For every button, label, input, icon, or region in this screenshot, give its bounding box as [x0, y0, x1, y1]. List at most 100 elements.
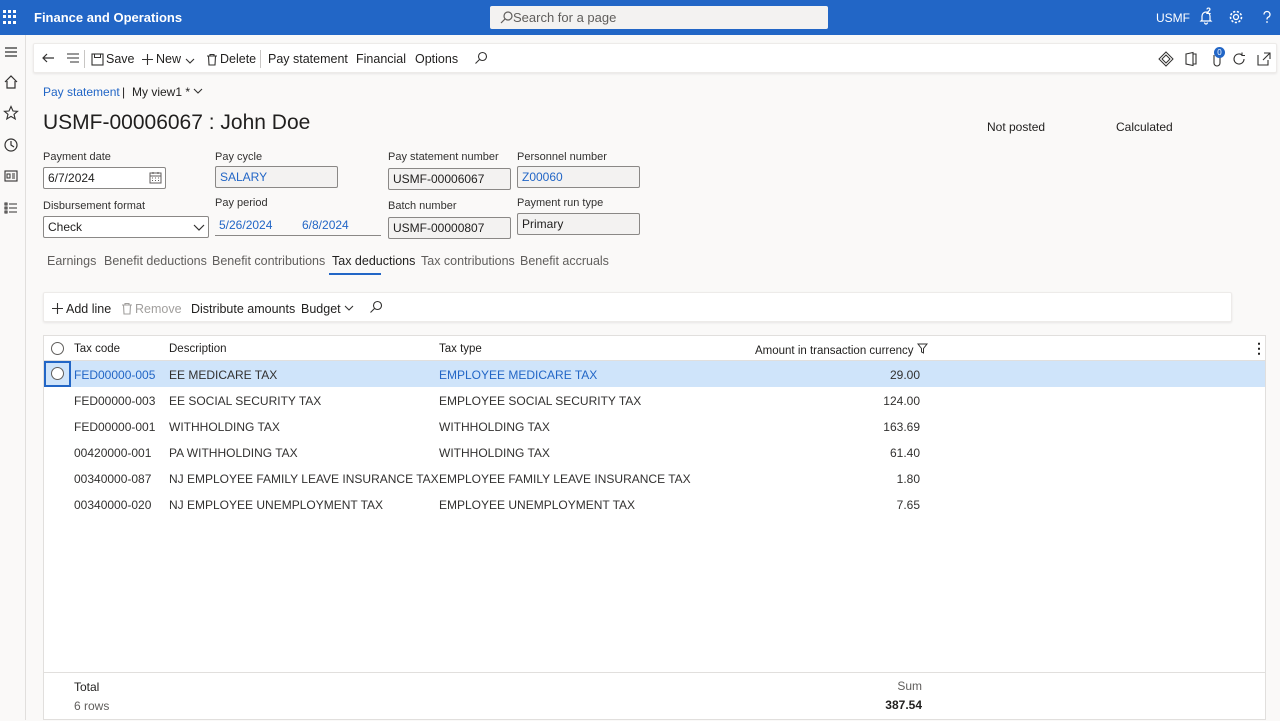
- home-icon[interactable]: [3, 74, 19, 90]
- chevron-down-icon: [344, 305, 354, 311]
- payment-run-type-field[interactable]: Primary: [517, 213, 640, 235]
- tab-tax-contributions[interactable]: Tax contributions: [421, 254, 515, 268]
- column-header-tax-type[interactable]: Tax type: [439, 343, 482, 355]
- delete-button[interactable]: Delete: [206, 52, 256, 66]
- table-row[interactable]: 00340000-087 NJ EMPLOYEE FAMILY LEAVE IN…: [44, 465, 1265, 491]
- search-placeholder: Search for a page: [513, 10, 617, 25]
- workspace-icon[interactable]: [3, 168, 19, 184]
- posting-status: Not posted: [987, 120, 1046, 134]
- tab-benefit-contributions[interactable]: Benefit contributions: [212, 254, 325, 268]
- tab-tax-deductions[interactable]: Tax deductions: [332, 254, 415, 268]
- filter-icon[interactable]: [916, 343, 928, 354]
- save-button[interactable]: Save: [91, 52, 135, 66]
- plus-icon: [52, 303, 63, 314]
- cell-tax-type[interactable]: EMPLOYEE MEDICARE TAX: [439, 368, 597, 382]
- cell-tax-code[interactable]: FED00000-003: [74, 394, 155, 408]
- page-title: USMF-00006067 : John Doe: [43, 111, 311, 134]
- cell-description: NJ EMPLOYEE FAMILY LEAVE INSURANCE TAX: [169, 472, 439, 486]
- cell-tax-type[interactable]: WITHHOLDING TAX: [439, 446, 550, 460]
- divider: [260, 50, 261, 68]
- distribute-amounts-button[interactable]: Distribute amounts: [191, 302, 295, 316]
- tab-earnings[interactable]: Earnings: [47, 254, 96, 268]
- trash-icon: [122, 302, 132, 315]
- grid-footer: Total 6 rows Sum 387.54: [44, 672, 1265, 721]
- help-icon[interactable]: [1259, 9, 1275, 25]
- column-header-amount[interactable]: Amount in transaction currency: [755, 343, 928, 357]
- row-select-radio[interactable]: [51, 367, 64, 380]
- pay-statement-number-field[interactable]: USMF-00006067: [388, 168, 511, 190]
- company-picker[interactable]: USMF: [1156, 11, 1190, 25]
- disbursement-format-select[interactable]: Check: [43, 216, 209, 238]
- column-header-description[interactable]: Description: [169, 343, 227, 355]
- refresh-icon[interactable]: [1231, 51, 1247, 67]
- tab-benefit-accruals[interactable]: Benefit accruals: [520, 254, 609, 268]
- modules-list-icon[interactable]: [3, 200, 19, 216]
- cell-tax-code[interactable]: 00340000-087: [74, 472, 151, 486]
- hamburger-icon[interactable]: [3, 44, 19, 60]
- add-line-button[interactable]: Add line: [51, 302, 111, 316]
- cell-tax-code[interactable]: FED00000-001: [74, 420, 155, 434]
- action-pane: Save New Delete Pay statement Financial …: [33, 43, 1277, 73]
- more-options-icon[interactable]: ⋮: [1252, 340, 1266, 357]
- table-row[interactable]: FED00000-005 EE MEDICARE TAX EMPLOYEE ME…: [44, 361, 1265, 387]
- cell-tax-code[interactable]: 00420000-001: [74, 446, 151, 460]
- clock-icon[interactable]: [3, 137, 19, 153]
- calendar-icon[interactable]: [149, 171, 162, 184]
- breadcrumb-pay-statement[interactable]: Pay statement: [43, 85, 120, 99]
- pay-period-label: Pay period: [215, 197, 268, 209]
- cell-amount: 163.69: [883, 420, 920, 434]
- trash-icon: [207, 53, 217, 66]
- star-icon[interactable]: [3, 105, 19, 121]
- options-tab[interactable]: Options: [415, 52, 458, 66]
- grid-toolbar: Add line Remove Distribute amounts Budge…: [43, 292, 1232, 322]
- calculation-status: Calculated: [1116, 120, 1173, 134]
- remove-button[interactable]: Remove: [121, 302, 182, 316]
- cell-tax-code[interactable]: 00340000-020: [74, 498, 151, 512]
- pay-period-end[interactable]: 6/8/2024: [302, 218, 349, 232]
- pay-cycle-field[interactable]: SALARY: [215, 166, 338, 188]
- cell-description: EE SOCIAL SECURITY TAX: [169, 394, 322, 408]
- office-icon[interactable]: [1183, 51, 1199, 67]
- cell-tax-type[interactable]: EMPLOYEE UNEMPLOYMENT TAX: [439, 498, 635, 512]
- back-arrow-icon[interactable]: [41, 51, 55, 65]
- table-row[interactable]: FED00000-001 WITHHOLDING TAX WITHHOLDING…: [44, 413, 1265, 439]
- new-button[interactable]: New: [141, 52, 197, 66]
- batch-number-field[interactable]: USMF-00000807: [388, 217, 511, 239]
- payment-run-type-label: Payment run type: [517, 197, 604, 209]
- personnel-number-field[interactable]: Z00060: [517, 166, 640, 188]
- financial-tab[interactable]: Financial: [356, 52, 406, 66]
- sum-label: Sum: [897, 679, 922, 693]
- cell-tax-type[interactable]: EMPLOYEE SOCIAL SECURITY TAX: [439, 394, 641, 408]
- grid-header: Tax code Description Tax type Amount in …: [44, 336, 1266, 361]
- left-navigation: [0, 35, 26, 720]
- cell-tax-type[interactable]: EMPLOYEE FAMILY LEAVE INSURANCE TAX: [439, 472, 691, 486]
- diamond-icon[interactable]: [1158, 51, 1174, 67]
- search-icon[interactable]: [474, 51, 488, 65]
- cell-amount: 7.65: [896, 498, 920, 512]
- breadcrumb-separator: |: [122, 85, 126, 99]
- open-new-window-icon[interactable]: [1256, 51, 1272, 67]
- chevron-down-icon: [185, 58, 194, 64]
- pay-period-field[interactable]: 5/26/2024 6/8/2024: [215, 214, 381, 236]
- payment-date-field[interactable]: 6/7/2024: [43, 167, 166, 189]
- pay-period-start[interactable]: 5/26/2024: [219, 218, 272, 232]
- row-count: 6 rows: [74, 699, 110, 713]
- grid-search-icon[interactable]: [369, 300, 383, 314]
- table-row[interactable]: 00340000-020 NJ EMPLOYEE UNEMPLOYMENT TA…: [44, 491, 1265, 517]
- waffle-icon[interactable]: [3, 10, 17, 24]
- column-header-tax-code[interactable]: Tax code: [74, 343, 120, 355]
- cell-tax-code[interactable]: FED00000-005: [74, 368, 155, 382]
- search-icon: [500, 11, 513, 24]
- tab-benefit-deductions[interactable]: Benefit deductions: [104, 254, 207, 268]
- cell-tax-type[interactable]: WITHHOLDING TAX: [439, 420, 550, 434]
- table-row[interactable]: FED00000-003 EE SOCIAL SECURITY TAX EMPL…: [44, 387, 1265, 413]
- budget-menu[interactable]: Budget: [301, 302, 356, 316]
- table-row[interactable]: 00420000-001 PA WITHHOLDING TAX WITHHOLD…: [44, 439, 1265, 465]
- search-input[interactable]: Search for a page: [490, 6, 828, 29]
- menu-lines-icon[interactable]: [66, 51, 80, 65]
- gear-icon[interactable]: [1228, 9, 1244, 25]
- pay-statement-tab[interactable]: Pay statement: [268, 52, 348, 66]
- select-all-radio[interactable]: [51, 342, 64, 355]
- view-selector[interactable]: My view1 *: [132, 85, 203, 99]
- app-title[interactable]: Finance and Operations: [34, 10, 182, 25]
